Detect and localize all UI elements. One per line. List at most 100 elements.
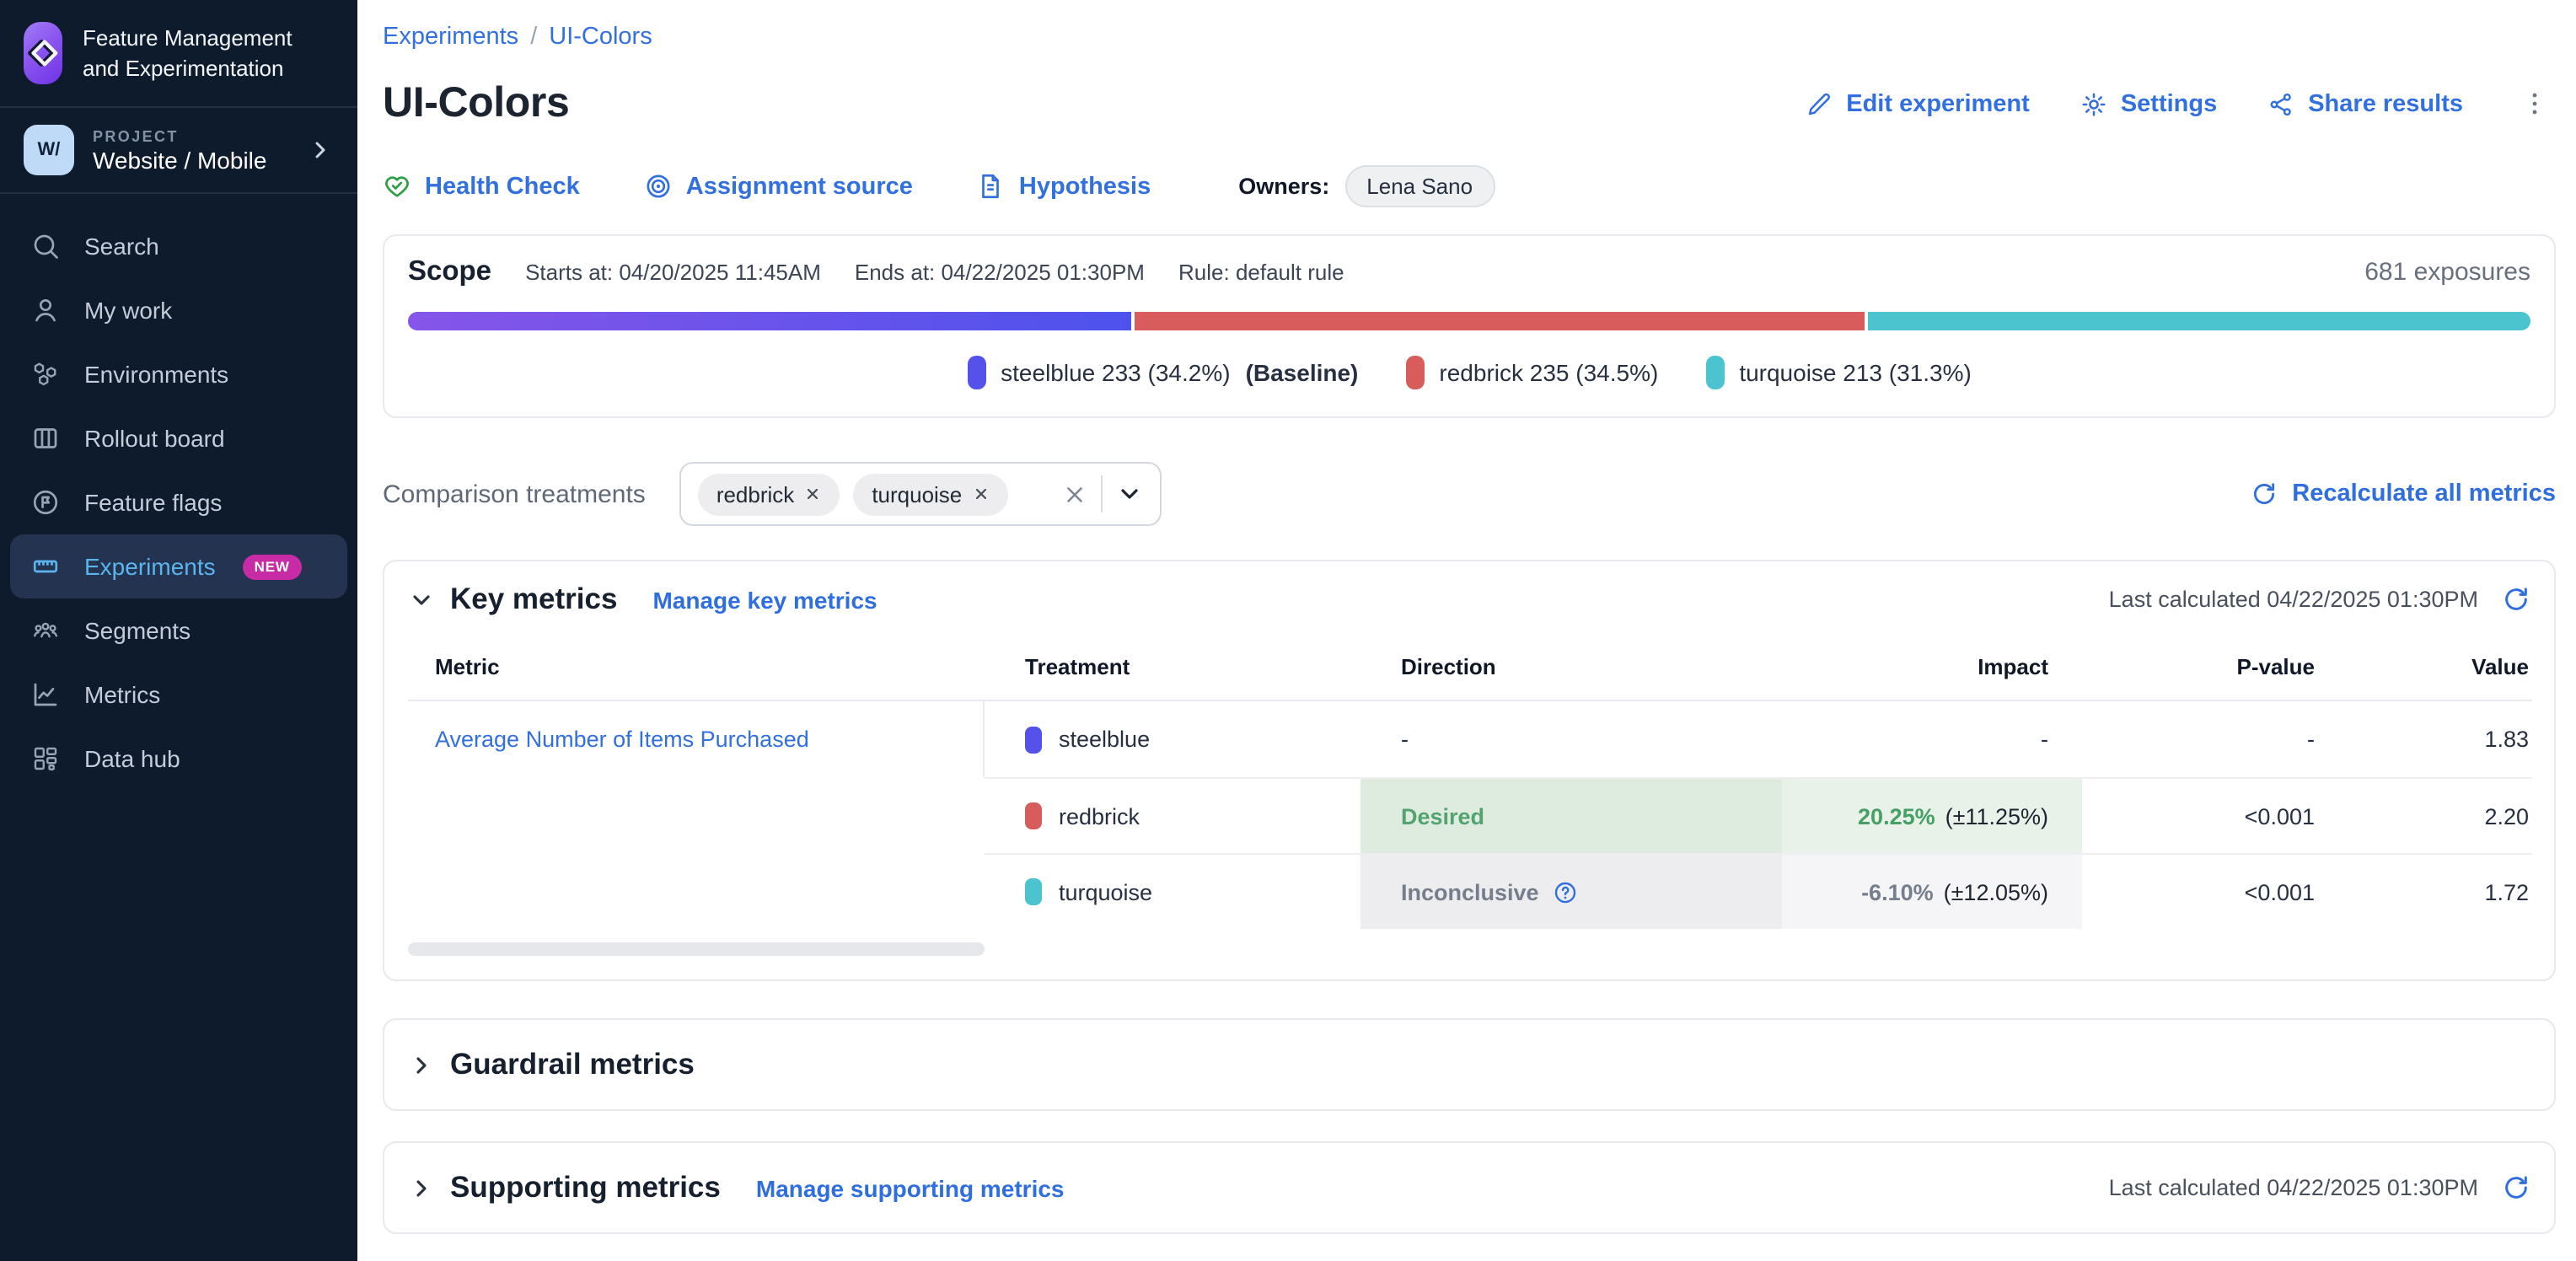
share-icon bbox=[2267, 90, 2294, 117]
split-logo-icon bbox=[24, 22, 62, 84]
health-check-label: Health Check bbox=[425, 173, 580, 200]
treatment-distribution-bar bbox=[408, 312, 2530, 330]
pencil-icon bbox=[1806, 90, 1833, 117]
bar-segment-turquoise bbox=[1868, 312, 2530, 330]
remove-turquoise-icon[interactable] bbox=[972, 486, 989, 502]
sidebar-item-metrics[interactable]: Metrics bbox=[0, 663, 357, 727]
edit-experiment-label: Edit experiment bbox=[1846, 90, 2030, 117]
metric-cell: Average Number of Items Purchased bbox=[408, 701, 985, 777]
chevron-down-icon[interactable] bbox=[1116, 480, 1143, 507]
document-icon bbox=[977, 172, 1006, 201]
remove-redbrick-icon[interactable] bbox=[804, 486, 821, 502]
sidebar-item-label: Data hub bbox=[84, 745, 180, 772]
sidebar-item-label: My work bbox=[84, 297, 172, 324]
steelblue-swatch bbox=[1025, 726, 1042, 753]
impact-ci: (±11.25%) bbox=[1945, 803, 2048, 829]
guardrail-metrics-card: Guardrail metrics bbox=[383, 1018, 2556, 1111]
owner-pill[interactable]: Lena Sano bbox=[1344, 165, 1495, 207]
app-logo-row: Feature Management and Experimentation bbox=[0, 0, 357, 106]
grid-icon bbox=[30, 743, 61, 774]
people-icon bbox=[30, 615, 61, 646]
breadcrumb-ui-colors[interactable]: UI-Colors bbox=[549, 24, 652, 51]
treatments-multiselect[interactable]: redbrick turquoise bbox=[679, 462, 1162, 526]
app-window: Feature Management and Experimentation W… bbox=[0, 0, 2576, 1261]
breadcrumb-separator: / bbox=[530, 24, 537, 51]
last-calculated-text: Last calculated 04/22/2025 01:30PM bbox=[2109, 1175, 2478, 1200]
value-cell: 1.83 bbox=[2335, 701, 2532, 777]
sidebar-item-label: Search bbox=[84, 233, 159, 260]
edit-experiment-button[interactable]: Edit experiment bbox=[1806, 90, 2030, 117]
horizontal-scrollbar[interactable] bbox=[408, 942, 985, 956]
steelblue-swatch bbox=[967, 356, 985, 389]
share-results-label: Share results bbox=[2308, 90, 2463, 117]
share-results-button[interactable]: Share results bbox=[2267, 90, 2463, 117]
expand-chevron-right-icon[interactable] bbox=[408, 1051, 435, 1078]
legend-text: redbrick 235 (34.5%) bbox=[1439, 359, 1658, 386]
title-row: UI-Colors Edit experiment Settings Share… bbox=[383, 79, 2556, 128]
help-icon[interactable] bbox=[1553, 879, 1578, 904]
impact-ci: (±12.05%) bbox=[1944, 879, 2048, 904]
value-cell: 1.72 bbox=[2335, 853, 2532, 929]
select-divider bbox=[1101, 475, 1103, 512]
last-calculated: Last calculated 04/22/2025 01:30PM bbox=[2109, 1173, 2530, 1202]
refresh-icon[interactable] bbox=[2502, 1173, 2530, 1202]
manage-key-metrics-link[interactable]: Manage key metrics bbox=[652, 586, 877, 613]
breadcrumb: Experiments / UI-Colors bbox=[383, 24, 2556, 51]
refresh-icon bbox=[2250, 480, 2277, 507]
column-header-impact: Impact bbox=[1782, 641, 2082, 701]
treatment-name: turquoise bbox=[1059, 879, 1152, 904]
selected-pill-redbrick[interactable]: redbrick bbox=[698, 473, 840, 515]
kebab-menu-icon[interactable] bbox=[2514, 89, 2556, 118]
sidebar-item-data-hub[interactable]: Data hub bbox=[0, 727, 357, 791]
sidebar-item-environments[interactable]: Environments bbox=[0, 342, 357, 406]
clear-selection-icon[interactable] bbox=[1062, 481, 1087, 507]
sidebar-item-segments[interactable]: Segments bbox=[0, 598, 357, 663]
owners-label: Owners: bbox=[1238, 174, 1329, 199]
hypothesis-label: Hypothesis bbox=[1019, 173, 1151, 200]
column-header-metric: Metric bbox=[408, 641, 985, 701]
sidebar-item-rollout-board[interactable]: Rollout board bbox=[0, 406, 357, 470]
expand-chevron-right-icon[interactable] bbox=[408, 1174, 435, 1201]
settings-label: Settings bbox=[2121, 90, 2217, 117]
sidebar-item-search[interactable]: Search bbox=[0, 214, 357, 278]
sidebar-item-experiments[interactable]: Experiments NEW bbox=[10, 534, 347, 598]
project-switcher[interactable]: W/ PROJECT Website / Mobile bbox=[0, 108, 357, 192]
sidebar-item-label: Experiments bbox=[84, 553, 216, 580]
project-label: PROJECT bbox=[93, 127, 266, 144]
refresh-icon[interactable] bbox=[2502, 585, 2530, 614]
breadcrumb-experiments[interactable]: Experiments bbox=[383, 24, 518, 51]
direction-cell: - bbox=[1360, 701, 1782, 777]
assignment-source-link[interactable]: Assignment source bbox=[644, 172, 913, 201]
selected-pill-turquoise[interactable]: turquoise bbox=[853, 473, 1007, 515]
chevron-right-icon bbox=[307, 137, 334, 164]
search-icon bbox=[30, 231, 61, 261]
sidebar-nav: Search My work Environments Rollout boar… bbox=[0, 194, 357, 791]
column-header-direction: Direction bbox=[1360, 641, 1782, 701]
settings-button[interactable]: Settings bbox=[2080, 90, 2217, 117]
impact-cell: - bbox=[1782, 701, 2082, 777]
gear-icon bbox=[2080, 90, 2107, 117]
last-calculated: Last calculated 04/22/2025 01:30PM bbox=[2109, 585, 2530, 614]
sidebar-item-feature-flags[interactable]: Feature flags bbox=[0, 470, 357, 534]
hypothesis-link[interactable]: Hypothesis bbox=[977, 172, 1151, 201]
p-value-cell: <0.001 bbox=[2082, 777, 2335, 853]
impact-percent: -6.10% bbox=[1861, 879, 1934, 904]
experiment-links-row: Health Check Assignment source Hypothesi… bbox=[383, 165, 2556, 207]
scope-starts: Starts at: 04/20/2025 11:45AM bbox=[525, 260, 821, 285]
key-metrics-table: Metric Treatment Direction Impact P-valu… bbox=[408, 641, 2530, 929]
p-value-cell: <0.001 bbox=[2082, 853, 2335, 929]
key-metrics-title: Key metrics bbox=[450, 582, 617, 617]
metric-link[interactable]: Average Number of Items Purchased bbox=[435, 727, 809, 752]
health-check-link[interactable]: Health Check bbox=[383, 172, 580, 201]
scope-title: Scope bbox=[408, 256, 491, 288]
legend-item-redbrick: redbrick 235 (34.5%) bbox=[1405, 356, 1658, 389]
redbrick-swatch bbox=[1025, 802, 1042, 829]
treatment-cell-steelblue: steelblue bbox=[985, 701, 1360, 777]
sidebar-item-my-work[interactable]: My work bbox=[0, 278, 357, 342]
manage-supporting-metrics-link[interactable]: Manage supporting metrics bbox=[756, 1174, 1065, 1201]
columns-icon bbox=[30, 423, 61, 453]
direction-cell-inconclusive: Inconclusive bbox=[1360, 853, 1782, 929]
collapse-chevron-down-icon[interactable] bbox=[408, 586, 435, 613]
recalculate-all-metrics-button[interactable]: Recalculate all metrics bbox=[2250, 480, 2556, 507]
owners: Owners: Lena Sano bbox=[1238, 165, 1495, 207]
